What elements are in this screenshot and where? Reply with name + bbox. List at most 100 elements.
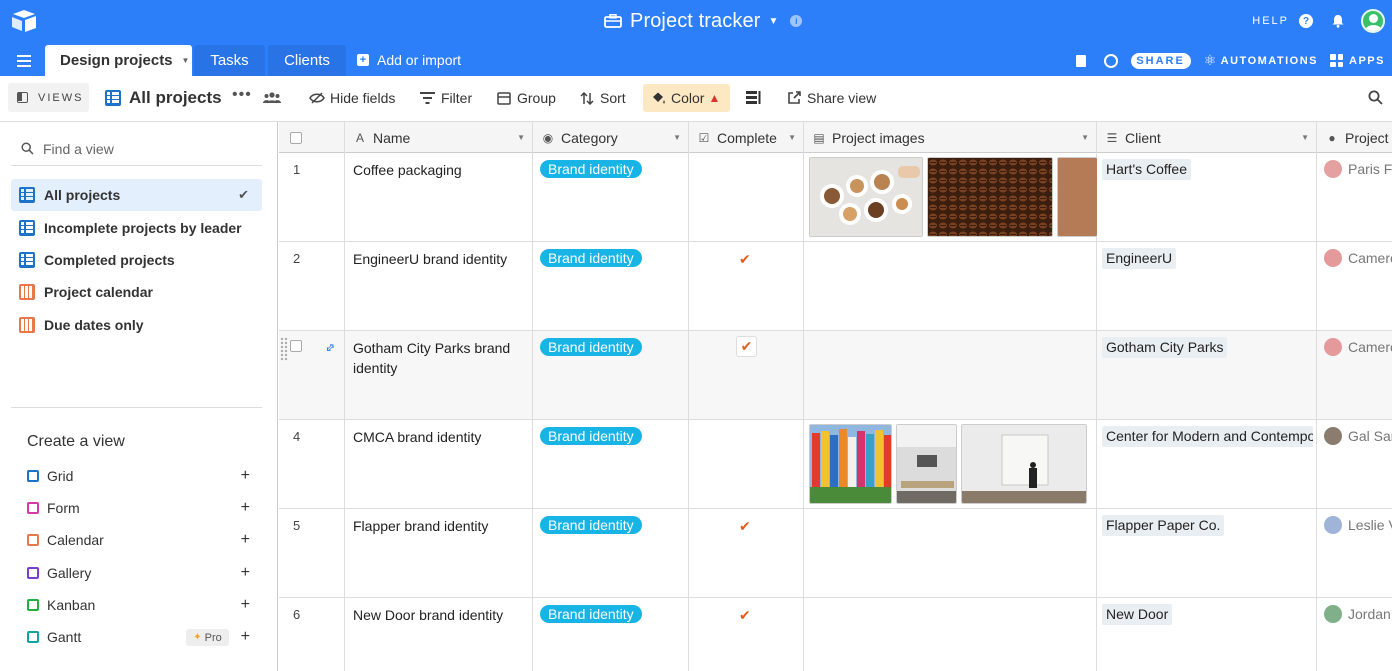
name-cell[interactable]: EngineerU brand identity: [345, 242, 533, 331]
expand-record-icon[interactable]: ⇕: [322, 339, 339, 356]
client-cell[interactable]: Center for Modern and Contemporary Art: [1097, 420, 1317, 509]
color-button[interactable]: Color ▲: [643, 84, 730, 112]
museum-visitor-image[interactable]: [961, 424, 1087, 504]
complete-cell[interactable]: ✔: [689, 598, 804, 671]
table-row[interactable]: 4 CMCA brand identity Brand identity Cen…: [279, 420, 1392, 509]
name-cell[interactable]: Flapper brand identity: [345, 509, 533, 598]
leader-cell[interactable]: Camero: [1317, 331, 1392, 420]
category-cell[interactable]: Brand identity: [533, 509, 689, 598]
automations-button[interactable]: ⚛ AUTOMATIONS: [1204, 52, 1318, 69]
plus-icon[interactable]: +: [241, 531, 250, 549]
coffee-beans-image[interactable]: [927, 157, 1053, 237]
column-header-project-images[interactable]: ▤ Project images ▼: [804, 122, 1097, 153]
view-item-completed-projects[interactable]: Completed projects: [11, 244, 262, 276]
history-icon[interactable]: [1103, 53, 1118, 68]
sort-button[interactable]: Sort: [580, 90, 626, 106]
base-title-area[interactable]: Project tracker ▼ i: [604, 8, 803, 34]
images-cell[interactable]: [804, 331, 1097, 420]
group-button[interactable]: Group: [497, 90, 556, 106]
client-cell[interactable]: Flapper Paper Co.: [1097, 509, 1317, 598]
view-item-all-projects[interactable]: All projects ✔: [11, 179, 262, 211]
chevron-down-icon[interactable]: ▼: [517, 133, 525, 142]
trash-icon[interactable]: [1075, 54, 1086, 67]
help-link[interactable]: HELP: [1252, 15, 1289, 27]
views-toggle-button[interactable]: VIEWS: [8, 83, 89, 112]
colorful-wall-image[interactable]: [809, 424, 892, 504]
leader-cell[interactable]: Gal Sar: [1317, 420, 1392, 509]
chevron-down-icon[interactable]: ▼: [182, 56, 190, 65]
complete-cell[interactable]: ✔: [689, 509, 804, 598]
create-calendar-view[interactable]: Calendar +: [27, 526, 253, 554]
search-icon[interactable]: [1368, 90, 1383, 105]
client-cell[interactable]: New Door: [1097, 598, 1317, 671]
leader-cell[interactable]: Paris Fo: [1317, 153, 1392, 242]
plus-icon[interactable]: +: [241, 596, 250, 614]
table-row[interactable]: 2 EngineerU brand identity Brand identit…: [279, 242, 1392, 331]
checkmark-icon[interactable]: ✔: [736, 336, 757, 357]
category-cell[interactable]: Brand identity: [533, 153, 689, 242]
chevron-down-icon[interactable]: ▼: [1081, 133, 1089, 142]
bell-icon[interactable]: [1331, 14, 1345, 28]
plus-icon[interactable]: +: [241, 564, 250, 582]
column-header-category[interactable]: ◉ Category ▼: [533, 122, 689, 153]
more-options-icon[interactable]: •••: [232, 86, 252, 104]
images-cell[interactable]: [804, 420, 1097, 509]
create-grid-view[interactable]: Grid +: [27, 462, 253, 490]
chevron-down-icon[interactable]: ▼: [768, 16, 778, 27]
category-cell[interactable]: Brand identity: [533, 598, 689, 671]
complete-cell[interactable]: ✔: [689, 331, 804, 420]
chevron-down-icon[interactable]: ▼: [673, 133, 681, 142]
info-icon[interactable]: i: [790, 15, 803, 27]
category-cell[interactable]: Brand identity: [533, 242, 689, 331]
find-view-input[interactable]: Find a view: [11, 132, 262, 166]
table-row[interactable]: 6 New Door brand identity Brand identity…: [279, 598, 1392, 671]
complete-cell[interactable]: ✔: [689, 242, 804, 331]
table-row[interactable]: 5 Flapper brand identity Brand identity …: [279, 509, 1392, 598]
plus-icon[interactable]: +: [241, 467, 250, 485]
current-view-name[interactable]: All projects: [105, 88, 222, 108]
category-cell[interactable]: Brand identity: [533, 420, 689, 509]
row-checkbox[interactable]: [290, 340, 302, 352]
checkmark-icon[interactable]: ✔: [739, 251, 751, 268]
create-kanban-view[interactable]: Kanban +: [27, 591, 253, 619]
row-height-icon[interactable]: [746, 91, 761, 105]
column-header-project-leader[interactable]: ● Project l: [1317, 122, 1392, 153]
view-item-due-dates[interactable]: Due dates only: [11, 309, 262, 341]
help-icon[interactable]: ?: [1299, 14, 1313, 28]
tab-clients[interactable]: Clients: [268, 45, 346, 76]
name-cell[interactable]: Gotham City Parks brand identity: [345, 331, 533, 420]
create-gantt-view[interactable]: Gantt ✦ Pro +: [27, 623, 253, 651]
category-cell[interactable]: Brand identity: [533, 331, 689, 420]
column-header-name[interactable]: A Name ▼: [345, 122, 533, 153]
plus-icon[interactable]: +: [241, 628, 250, 646]
complete-cell[interactable]: [689, 420, 804, 509]
brown-paper-image[interactable]: [1057, 157, 1097, 237]
airtable-logo-icon[interactable]: [11, 9, 37, 33]
add-or-import-button[interactable]: + Add or import: [357, 52, 461, 68]
create-gallery-view[interactable]: Gallery +: [27, 559, 253, 587]
plus-icon[interactable]: +: [241, 499, 250, 517]
leader-cell[interactable]: Camero: [1317, 242, 1392, 331]
view-item-project-calendar[interactable]: Project calendar: [11, 276, 262, 308]
name-cell[interactable]: CMCA brand identity: [345, 420, 533, 509]
images-cell[interactable]: [804, 242, 1097, 331]
name-cell[interactable]: New Door brand identity: [345, 598, 533, 671]
create-form-view[interactable]: Form +: [27, 494, 253, 522]
client-cell[interactable]: Hart's Coffee: [1097, 153, 1317, 242]
leader-cell[interactable]: Leslie V: [1317, 509, 1392, 598]
coffee-cups-image[interactable]: [809, 157, 923, 237]
checkmark-icon[interactable]: ✔: [739, 607, 751, 624]
chevron-down-icon[interactable]: ▼: [1301, 133, 1309, 142]
images-cell[interactable]: [804, 153, 1097, 242]
share-button[interactable]: SHARE: [1130, 52, 1191, 69]
column-header-complete[interactable]: ☑ Complete ▼: [689, 122, 804, 153]
drag-handle-icon[interactable]: [280, 337, 288, 361]
complete-cell[interactable]: [689, 153, 804, 242]
user-avatar[interactable]: [1361, 9, 1385, 33]
tab-design-projects[interactable]: Design projects ▼: [45, 45, 192, 76]
table-row[interactable]: ⇕ Gotham City Parks brand identity Brand…: [279, 331, 1392, 420]
select-all-cell[interactable]: [279, 122, 345, 153]
images-cell[interactable]: [804, 598, 1097, 671]
menu-icon[interactable]: [17, 55, 31, 67]
tab-tasks[interactable]: Tasks: [194, 45, 265, 76]
